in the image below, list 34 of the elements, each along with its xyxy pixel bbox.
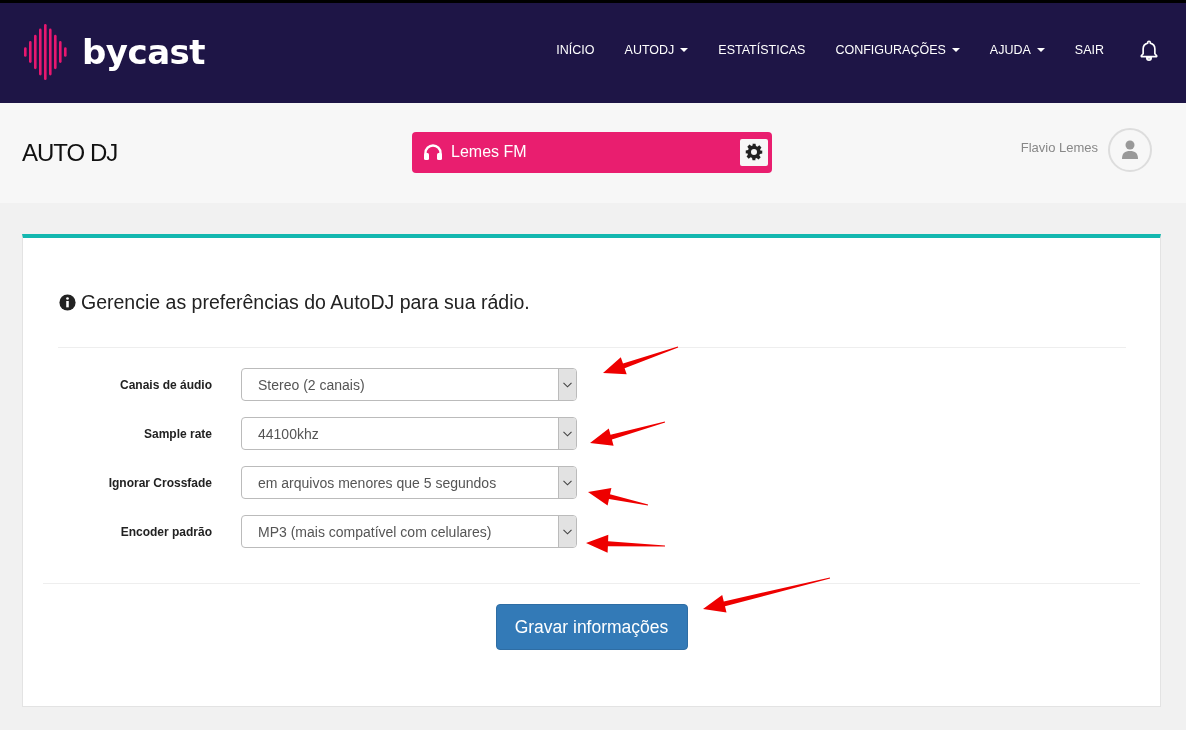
field-label: Encoder padrão: [119, 524, 212, 539]
chevron-down-icon: [563, 430, 572, 437]
chevron-down-icon: [563, 528, 572, 535]
chevron-down-icon: [563, 381, 572, 388]
caret-icon: [680, 48, 689, 52]
select-field[interactable]: MP3 (mais compatível com celulares): [241, 515, 577, 548]
field-label: Ignorar Crossfade: [107, 475, 212, 490]
field-label: Sample rate: [142, 426, 212, 441]
info-icon: [59, 294, 76, 311]
headphones-icon: [423, 143, 443, 161]
nav-link[interactable]: AJUDA: [989, 43, 1045, 57]
save-button[interactable]: Gravar informações: [495, 604, 688, 650]
field-label: Canais de áudio: [118, 377, 212, 392]
select-field[interactable]: Stereo (2 canais): [241, 368, 577, 401]
chevron-down-icon: [563, 479, 572, 486]
nav-link[interactable]: ESTATÍSTICAS: [718, 43, 806, 57]
brand-name: bycast: [82, 32, 206, 72]
select-field[interactable]: em arquivos menores que 5 segundos: [241, 466, 577, 499]
nav-link[interactable]: CONFIGURAÇÕES: [835, 43, 960, 57]
annotation-arrow: [588, 487, 649, 506]
notification-bell-icon[interactable]: [1138, 39, 1160, 61]
page-title: AUTO DJ: [22, 139, 119, 167]
nav-link[interactable]: INÍCIO: [556, 43, 595, 57]
station-name: Lemes FM: [451, 143, 528, 161]
nav-link[interactable]: AUTODJ: [624, 43, 689, 57]
intro-text: Gerencie as preferências do AutoDJ para sua rádio.: [81, 291, 530, 314]
user-avatar[interactable]: [1108, 128, 1152, 172]
caret-icon: [1036, 48, 1045, 52]
settings-button[interactable]: [740, 138, 768, 166]
caret-icon: [951, 48, 960, 52]
settings-icon: [745, 143, 763, 161]
station-selector[interactable]: Lemes FM: [412, 131, 772, 173]
select-field[interactable]: 44100khz: [241, 417, 577, 450]
nav-link[interactable]: SAIR: [1074, 43, 1104, 57]
